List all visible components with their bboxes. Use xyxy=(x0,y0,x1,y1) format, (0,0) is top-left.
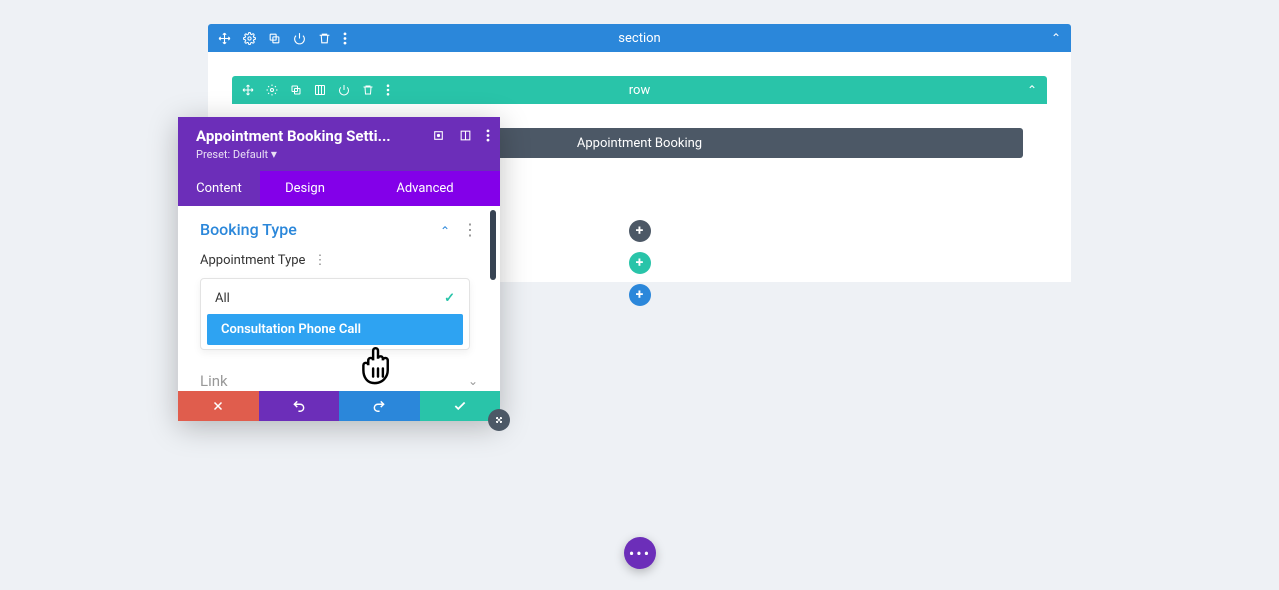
modal-header[interactable]: Appointment Booking Setti... Preset: Def… xyxy=(178,117,500,171)
duplicate-icon[interactable] xyxy=(290,84,302,96)
add-row-button[interactable]: + xyxy=(629,252,651,274)
field-appointment-type: Appointment Type⋮ xyxy=(200,253,478,268)
trash-icon[interactable] xyxy=(318,32,331,45)
settings-modal: Appointment Booking Setti... Preset: Def… xyxy=(178,117,500,421)
tab-content[interactable]: Content xyxy=(178,171,260,206)
gear-icon[interactable] xyxy=(266,84,278,96)
scrollbar-thumb[interactable] xyxy=(490,210,496,280)
duplicate-icon[interactable] xyxy=(268,32,281,45)
more-icon[interactable] xyxy=(486,129,490,142)
add-module-button[interactable]: + xyxy=(629,220,651,242)
modal-tabs: Content Design Advanced xyxy=(178,171,500,206)
more-icon[interactable]: ⋮ xyxy=(313,253,326,268)
modal-body: Booking Type ⌃ ⋮ Appointment Type⋮ All ✓… xyxy=(178,206,500,391)
row-header-bar[interactable]: row ⌃ xyxy=(232,76,1047,104)
tab-design[interactable]: Design xyxy=(260,171,350,206)
group-link[interactable]: Link ⌄ xyxy=(200,372,478,390)
chevron-down-icon: ⌄ xyxy=(468,374,478,388)
more-icon[interactable] xyxy=(386,84,390,96)
more-icon[interactable]: ⋮ xyxy=(462,220,478,239)
power-icon[interactable] xyxy=(338,84,350,96)
undo-button[interactable] xyxy=(259,391,340,421)
chevron-up-icon[interactable]: ⌃ xyxy=(440,224,450,238)
chevron-up-icon[interactable]: ⌃ xyxy=(1027,83,1037,97)
page-settings-fab[interactable]: ••• xyxy=(624,537,656,569)
add-section-button[interactable]: + xyxy=(629,284,651,306)
group-booking-type[interactable]: Booking Type xyxy=(200,220,297,239)
trash-icon[interactable] xyxy=(362,84,374,96)
gear-icon[interactable] xyxy=(243,32,256,45)
move-icon[interactable] xyxy=(218,32,231,45)
resize-handle[interactable] xyxy=(488,409,510,431)
modal-title: Appointment Booking Setti... xyxy=(196,127,396,145)
appointment-type-dropdown[interactable]: All ✓ Consultation Phone Call xyxy=(200,278,470,350)
snap-icon[interactable] xyxy=(459,129,472,142)
dropdown-option-all[interactable]: All ✓ xyxy=(201,283,469,314)
move-icon[interactable] xyxy=(242,84,254,96)
section-header-bar[interactable]: section ⌃ xyxy=(208,24,1071,52)
modal-footer xyxy=(178,391,500,421)
check-icon: ✓ xyxy=(444,291,455,306)
dropdown-option-consultation[interactable]: Consultation Phone Call xyxy=(207,314,463,345)
power-icon[interactable] xyxy=(293,32,306,45)
modal-preset[interactable]: Preset: Default ▾ xyxy=(196,147,486,161)
chevron-up-icon[interactable]: ⌃ xyxy=(1051,31,1061,45)
module-label: Appointment Booking xyxy=(577,136,702,151)
cancel-button[interactable] xyxy=(178,391,259,421)
fullscreen-icon[interactable] xyxy=(432,129,445,142)
columns-icon[interactable] xyxy=(314,84,326,96)
more-icon[interactable] xyxy=(343,32,347,45)
tab-advanced[interactable]: Advanced xyxy=(350,171,500,206)
redo-button[interactable] xyxy=(339,391,420,421)
